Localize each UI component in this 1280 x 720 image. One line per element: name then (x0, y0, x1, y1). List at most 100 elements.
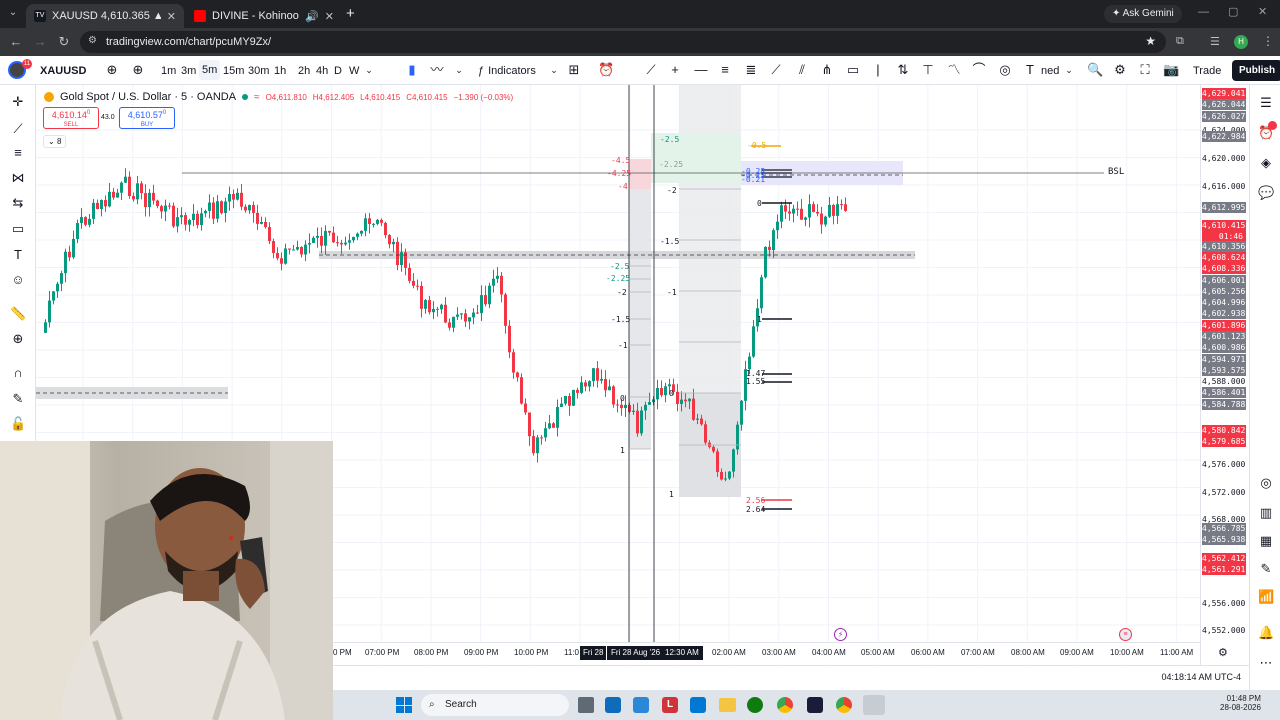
interval-15m[interactable]: 15m (223, 56, 244, 85)
watchlist-icon[interactable]: ☰ (1258, 95, 1274, 111)
minimize-button[interactable]: — (1198, 6, 1209, 18)
chat-icon[interactable]: 💬 (1258, 185, 1274, 201)
indicators-dropdown-icon[interactable]: ⌄ (547, 63, 561, 77)
close-window-button[interactable]: ✕ (1258, 5, 1267, 18)
outlook-icon[interactable] (605, 697, 621, 713)
symbol-search[interactable]: XAUUSD (40, 56, 98, 85)
indicators-button[interactable]: ƒ Indicators (478, 56, 536, 85)
interval-1d[interactable]: D (334, 56, 342, 85)
site-info-icon[interactable]: ⚙ (88, 35, 97, 46)
ask-gemini-button[interactable]: ✦ Ask Gemini (1104, 5, 1182, 23)
parallel-channel-icon[interactable]: ⫽ (795, 63, 809, 77)
chart-type-dropdown-icon[interactable]: ⌄ (452, 63, 466, 77)
layouts-icon[interactable]: ⊞ (567, 63, 581, 77)
layout-dropdown-icon[interactable]: ⌄ (1062, 63, 1076, 77)
active-app-icon[interactable] (863, 695, 885, 715)
apps-grid-icon[interactable]: ⋯ (1258, 655, 1274, 671)
trade-button[interactable]: Trade (1193, 56, 1221, 85)
text-tool-icon[interactable]: T (1023, 63, 1037, 77)
magnet-icon[interactable]: ∩ (10, 365, 26, 381)
candles-icon[interactable]: ▮ (405, 63, 419, 77)
text-annotation-icon[interactable]: T (10, 247, 26, 263)
extensions-icon[interactable]: ⧉ (1176, 35, 1184, 48)
menu-kebab-icon[interactable]: ⋮ (1262, 34, 1274, 48)
ruler-icon[interactable]: 📏 (10, 306, 26, 322)
notifications-icon[interactable]: 🔔 (1258, 625, 1274, 641)
taskbar-search[interactable]: ⌕ Search (421, 694, 569, 716)
settings-gear-icon[interactable]: ⚙ (1113, 63, 1127, 77)
maximize-button[interactable]: ▢ (1228, 5, 1238, 18)
interval-2h[interactable]: 2h (298, 56, 310, 85)
brush-tool-icon[interactable]: ⌒ (972, 63, 986, 77)
path-tool-icon[interactable]: 〽 (947, 63, 961, 77)
interval-dropdown-icon[interactable]: ⌄ (362, 63, 376, 77)
layout-name[interactable]: ned (1041, 56, 1059, 85)
emoji-icon[interactable]: ☺ (10, 272, 26, 288)
time-axis[interactable]: 0 PM 07:00 PM 08:00 PM 09:00 PM 10:00 PM… (333, 642, 1200, 664)
geometric-shapes-icon[interactable]: ▭ (10, 221, 26, 237)
compare-icon[interactable]: ⊕ (105, 63, 119, 77)
tab-divine[interactable]: DIVINE - Kohinoor (Official 🔊 ✕ (186, 4, 342, 28)
axis-settings-icon[interactable]: ⚙ (1218, 646, 1228, 659)
forecasting-icon[interactable]: ⇆ (10, 195, 26, 211)
ray-tool-icon[interactable]: ⟋ (769, 63, 783, 77)
chart-title[interactable]: Gold Spot / U.S. Dollar · 5 · OANDA (60, 91, 236, 103)
lock-drawings-icon[interactable]: ✎ (10, 391, 26, 407)
app-blue-icon[interactable] (690, 697, 706, 713)
target-icon[interactable]: ◎ (1258, 475, 1274, 491)
event-us-flag-icon[interactable]: ≡ (1119, 628, 1132, 641)
event-lightning-icon[interactable]: ⚡ (834, 628, 847, 641)
horizontal-line-icon[interactable]: — (694, 63, 708, 77)
interval-30m[interactable]: 30m (248, 56, 269, 85)
taskview-icon[interactable] (578, 697, 594, 713)
start-windows-icon[interactable] (396, 697, 412, 713)
lock-icon[interactable]: 🔓 (10, 416, 26, 432)
calendar-icon[interactable]: ▦ (1258, 533, 1274, 549)
trend-line-tool-icon[interactable]: ⟋ (644, 63, 658, 77)
chrome-icon[interactable] (777, 697, 793, 713)
position-tool-icon[interactable]: ⇅ (896, 63, 910, 77)
interval-3m[interactable]: 3m (181, 56, 196, 85)
interval-4h[interactable]: 4h (316, 56, 328, 85)
zoom-icon[interactable]: 🔍 (1087, 63, 1103, 77)
close-icon[interactable]: ✕ (325, 10, 334, 23)
reload-icon[interactable]: ↻ (52, 34, 76, 50)
xbox-icon[interactable] (747, 697, 763, 713)
file-explorer-icon[interactable] (719, 698, 736, 712)
trend-line-icon[interactable]: ⟋ (10, 121, 26, 137)
app-red-icon[interactable]: L (662, 697, 678, 713)
publish-button[interactable]: Publish (1232, 60, 1280, 81)
layers-toggle[interactable]: ⌄ 8 (43, 135, 67, 148)
speaker-icon[interactable]: 🔊 (305, 10, 319, 23)
pitchfork-icon[interactable]: ⋔ (820, 63, 834, 77)
bookmark-star-icon[interactable]: ★ (1145, 34, 1156, 48)
zoom-in-icon[interactable]: ⊕ (10, 331, 26, 347)
interval-1h[interactable]: 1h (274, 56, 286, 85)
add-symbol-icon[interactable]: ⊕ (131, 63, 145, 77)
camera-icon[interactable]: 📷 (1163, 63, 1179, 77)
sidepanel-icon[interactable]: ☰ (1210, 35, 1220, 48)
fullscreen-icon[interactable]: ⛶ (1138, 63, 1152, 77)
ideas-icon[interactable]: ✎ (1258, 561, 1274, 577)
store-icon[interactable] (633, 697, 649, 713)
layers-icon[interactable]: ◈ (1258, 155, 1274, 171)
new-tab-button[interactable]: + (346, 5, 355, 22)
vertical-line-icon[interactable]: | (871, 63, 885, 77)
cursor-cross-icon[interactable]: ✛ (10, 94, 26, 110)
interval-5m[interactable]: 5m (199, 60, 221, 80)
tab-xauusd[interactable]: TV XAUUSD 4,610.365 ▲ +0.18% U ✕ (26, 4, 184, 28)
back-icon[interactable]: ← (4, 34, 28, 49)
fib-tools-icon[interactable]: ≡ (10, 145, 26, 161)
sell-button[interactable]: 4,610.140 SELL (43, 107, 99, 129)
chrome-profile-icon[interactable] (836, 697, 852, 713)
circle-tool-icon[interactable]: ◎ (998, 63, 1012, 77)
patterns-icon[interactable]: ⋈ (10, 170, 26, 186)
crosshair-tool-icon[interactable]: + (668, 63, 682, 77)
profile-avatar[interactable]: H (1234, 35, 1248, 49)
hotlist-icon[interactable]: ▥ (1258, 505, 1274, 521)
forward-icon[interactable]: → (28, 34, 52, 49)
rectangle-tool-icon[interactable]: ▭ (846, 63, 860, 77)
alert-icon[interactable]: ⏰ (598, 63, 614, 77)
buy-button[interactable]: 4,610.570 BUY (119, 107, 175, 129)
app-proton-icon[interactable] (807, 697, 823, 713)
